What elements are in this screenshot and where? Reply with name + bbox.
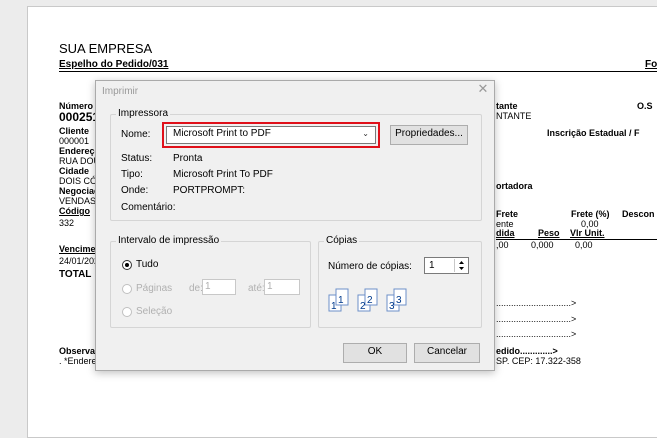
negociacao-value: VENDAS	[59, 196, 97, 206]
status-value: Pronta	[173, 153, 203, 164]
svg-text:2: 2	[360, 301, 366, 312]
copies-value: 1	[429, 260, 435, 271]
right-pedido: edido.............>	[496, 346, 558, 356]
right-dots-1: ..............................>	[496, 298, 577, 308]
right-descon: Descon	[622, 209, 655, 219]
where-label: Onde:	[121, 185, 149, 196]
radio-pages[interactable]	[122, 284, 132, 294]
right-peso: Peso	[538, 228, 560, 238]
right-dots-3: ..............................>	[496, 329, 577, 339]
header-rule	[59, 71, 657, 72]
close-icon[interactable]: ✕	[476, 82, 490, 96]
right-dida: dida	[496, 228, 515, 238]
to-label: até:	[248, 283, 265, 294]
right-os: O.S	[637, 101, 653, 111]
radio-all-dot	[125, 263, 129, 267]
cliente-label: Cliente	[59, 126, 90, 136]
cancel-button[interactable]: Cancelar	[414, 343, 480, 363]
all-label: Tudo	[136, 259, 159, 270]
radio-all[interactable]	[122, 260, 132, 270]
svg-text:3: 3	[396, 295, 402, 306]
from-label: de:	[189, 283, 203, 294]
spinner-arrows-icon	[459, 261, 464, 270]
type-value: Microsoft Print To PDF	[173, 169, 273, 180]
pages-label: Páginas	[136, 283, 173, 294]
selection-label: Seleção	[136, 306, 173, 317]
chevron-down-icon: ⌄	[362, 129, 369, 138]
printer-group-label: Impressora	[116, 108, 171, 120]
codigo-label: Código	[59, 206, 90, 216]
comment-label: Comentário:	[121, 202, 176, 213]
endereco-value: RUA DOU	[59, 156, 101, 166]
range-group-label: Intervalo de impressão	[116, 235, 222, 247]
svg-text:1: 1	[338, 295, 344, 306]
right-row-peso: 0,000	[531, 240, 554, 250]
print-dialog: Imprimir ✕ Impressora Nome: Microsoft Pr…	[95, 80, 495, 371]
svg-text:1: 1	[331, 301, 337, 312]
report-title: Espelho do Pedido/031	[59, 59, 169, 70]
observacao-label: Observaç	[59, 346, 101, 356]
name-label: Nome:	[121, 129, 151, 140]
company-name: SUA EMPRESA	[59, 41, 153, 56]
properties-button[interactable]: Propriedades...	[390, 125, 468, 145]
cliente-value: 000001	[59, 136, 90, 146]
spinner-buttons[interactable]	[454, 259, 468, 272]
svg-text:2: 2	[367, 295, 373, 306]
negociacao-label: Negociaç	[59, 186, 100, 196]
copies-group-label: Cópias	[324, 235, 360, 247]
right-vlr-unit: Vlr Unit.	[570, 228, 605, 238]
status-label: Status:	[121, 153, 153, 164]
type-label: Tipo:	[121, 169, 143, 180]
numero-value: 000251	[59, 110, 100, 124]
codigo-value: 332	[59, 218, 75, 228]
endereco-label: Endereço	[59, 146, 101, 156]
right-ntante: NTANTE	[496, 111, 532, 121]
right-cep: SP. CEP: 17.322-358	[496, 356, 581, 366]
right-frete-pct: Frete (%)	[571, 209, 610, 219]
copies-spinner[interactable]: 1	[424, 257, 469, 274]
right-tante: tante	[496, 101, 518, 111]
svg-text:3: 3	[389, 301, 395, 312]
cidade-label: Cidade	[59, 166, 90, 176]
printer-select-value: Microsoft Print to PDF	[173, 128, 271, 139]
copies-label: Número de cópias:	[328, 261, 412, 272]
dialog-title: Imprimir	[102, 86, 139, 97]
right-dots-2: ..............................>	[496, 314, 577, 324]
ok-button[interactable]: OK	[343, 343, 407, 363]
from-input[interactable]: 1	[202, 279, 236, 295]
radio-selection[interactable]	[122, 307, 132, 317]
right-row-vlr: 0,00	[575, 240, 593, 250]
vencimento-value: 24/01/202	[59, 256, 100, 266]
collate-icon: 11 22 33	[328, 288, 407, 312]
right-inscricao: Inscrição Estadual / F	[547, 128, 640, 138]
total-label: TOTAL	[59, 269, 92, 280]
right-portadora: ortadora	[496, 181, 533, 191]
report-fo-cut: Fo	[645, 59, 657, 70]
right-row-qty: ,00	[496, 240, 509, 250]
printer-select[interactable]: Microsoft Print to PDF ⌄	[166, 126, 376, 144]
right-frete: Frete	[496, 209, 519, 219]
where-value: PORTPROMPT:	[173, 185, 246, 196]
to-input[interactable]: 1	[264, 279, 300, 295]
